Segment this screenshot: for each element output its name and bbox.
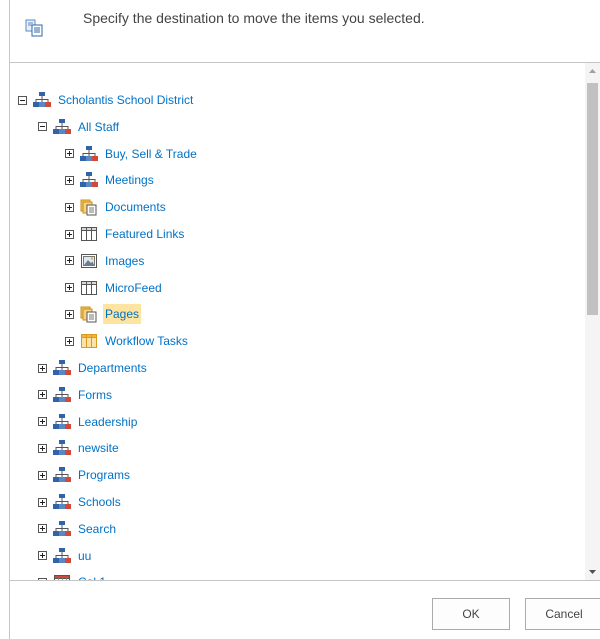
- site-icon: [53, 467, 71, 483]
- tree-node[interactable]: Documents: [65, 195, 168, 219]
- expand-icon[interactable]: [65, 202, 74, 212]
- destination-tree: Scholantis School District All Staff Buy, …: [9, 63, 585, 580]
- tree-node-label[interactable]: All Staff: [76, 117, 121, 137]
- move-dialog: Specify the destination to move the item…: [0, 0, 600, 639]
- site-icon: [33, 92, 51, 107]
- tree-node-label[interactable]: MicroFeed: [103, 278, 164, 298]
- tree-node[interactable]: Pages: [65, 302, 142, 326]
- expand-icon[interactable]: [38, 577, 47, 580]
- task-list-icon: [81, 334, 97, 349]
- ok-button[interactable]: OK: [432, 598, 510, 630]
- site-icon: [53, 413, 71, 429]
- library-icon: [80, 306, 97, 323]
- site-icon: [53, 547, 71, 563]
- tree-node[interactable]: uu: [38, 544, 93, 568]
- expand-icon[interactable]: [38, 363, 47, 373]
- tree-node[interactable]: MicroFeed: [65, 276, 164, 300]
- tree-node-label[interactable]: Forms: [76, 385, 114, 405]
- tree-node[interactable]: Leadership: [38, 410, 139, 434]
- tree-node[interactable]: Forms: [38, 383, 114, 407]
- expand-icon[interactable]: [38, 524, 47, 534]
- tree-node-label[interactable]: uu: [76, 546, 93, 566]
- tree-node[interactable]: Programs: [38, 463, 132, 487]
- tree-node-label[interactable]: Schools: [76, 492, 123, 512]
- tree-node-label[interactable]: Workflow Tasks: [103, 331, 190, 351]
- tree-node[interactable]: Departments: [38, 356, 149, 380]
- scroll-thumb[interactable]: [587, 83, 598, 315]
- tree-node-label[interactable]: Scholantis School District: [56, 90, 195, 110]
- tree-node-label[interactable]: Cal 1: [76, 572, 108, 580]
- expand-icon[interactable]: [65, 149, 74, 159]
- collapse-icon[interactable]: [18, 95, 27, 105]
- site-icon: [80, 145, 98, 161]
- tree-node-label[interactable]: Programs: [76, 465, 132, 485]
- cancel-button[interactable]: Cancel: [525, 598, 600, 630]
- tree-node-label[interactable]: newsite: [76, 438, 121, 458]
- tree-node[interactable]: Workflow Tasks: [65, 329, 190, 353]
- scroll-up-arrow-icon[interactable]: [585, 63, 600, 80]
- list-icon: [81, 227, 97, 241]
- tree-node-label[interactable]: Documents: [103, 197, 168, 217]
- expand-icon[interactable]: [38, 497, 47, 507]
- tree-node[interactable]: newsite: [38, 436, 121, 460]
- tree-node-label[interactable]: Buy, Sell & Trade: [103, 144, 199, 164]
- expand-icon[interactable]: [65, 283, 74, 293]
- site-icon: [53, 118, 71, 134]
- list-icon: [81, 280, 97, 295]
- tree-node[interactable]: Meetings: [65, 168, 156, 192]
- expand-icon[interactable]: [65, 229, 74, 239]
- scroll-down-arrow-icon[interactable]: [585, 563, 600, 580]
- calendar-icon: [54, 575, 70, 580]
- tree-node-label[interactable]: Pages: [103, 304, 142, 325]
- expand-icon[interactable]: [65, 336, 74, 346]
- destination-tree-frame: Scholantis School District All Staff Buy, …: [9, 62, 600, 581]
- instruction-text: Specify the destination to move the item…: [83, 10, 425, 26]
- site-icon: [53, 360, 71, 375]
- tree-node-label[interactable]: Leadership: [76, 412, 139, 432]
- site-icon: [53, 386, 71, 402]
- tree-node-label[interactable]: Meetings: [103, 170, 156, 190]
- expand-icon[interactable]: [65, 309, 74, 319]
- site-icon: [53, 494, 71, 509]
- expand-icon[interactable]: [65, 175, 74, 185]
- expand-icon[interactable]: [65, 256, 74, 266]
- site-icon: [53, 440, 71, 456]
- expand-icon[interactable]: [38, 443, 47, 453]
- collapse-icon[interactable]: [38, 122, 47, 132]
- tree-node[interactable]: Featured Links: [65, 222, 186, 246]
- tree-node[interactable]: Images: [65, 249, 146, 273]
- vertical-scrollbar[interactable]: [585, 63, 600, 580]
- expand-icon[interactable]: [38, 417, 47, 427]
- expand-icon[interactable]: [38, 470, 47, 480]
- tree-node[interactable]: Cal 1: [38, 570, 108, 580]
- site-icon: [53, 520, 71, 536]
- tree-node-label[interactable]: Departments: [76, 358, 149, 378]
- tree-node-label[interactable]: Search: [76, 519, 118, 539]
- site-icon: [80, 172, 98, 188]
- tree-node[interactable]: Schools: [38, 490, 123, 514]
- tree-node-label[interactable]: Images: [103, 251, 146, 271]
- tree-node[interactable]: Buy, Sell & Trade: [65, 142, 199, 166]
- picture-library-icon: [81, 253, 97, 268]
- tree-node-label[interactable]: Featured Links: [103, 224, 186, 244]
- expand-icon[interactable]: [38, 551, 47, 561]
- tree-node[interactable]: Scholantis School District: [18, 88, 195, 112]
- tree-node[interactable]: Search: [38, 517, 118, 541]
- copy-move-icon: [25, 19, 43, 37]
- tree-node[interactable]: All Staff: [38, 115, 121, 139]
- library-icon: [80, 199, 97, 216]
- expand-icon[interactable]: [38, 390, 47, 400]
